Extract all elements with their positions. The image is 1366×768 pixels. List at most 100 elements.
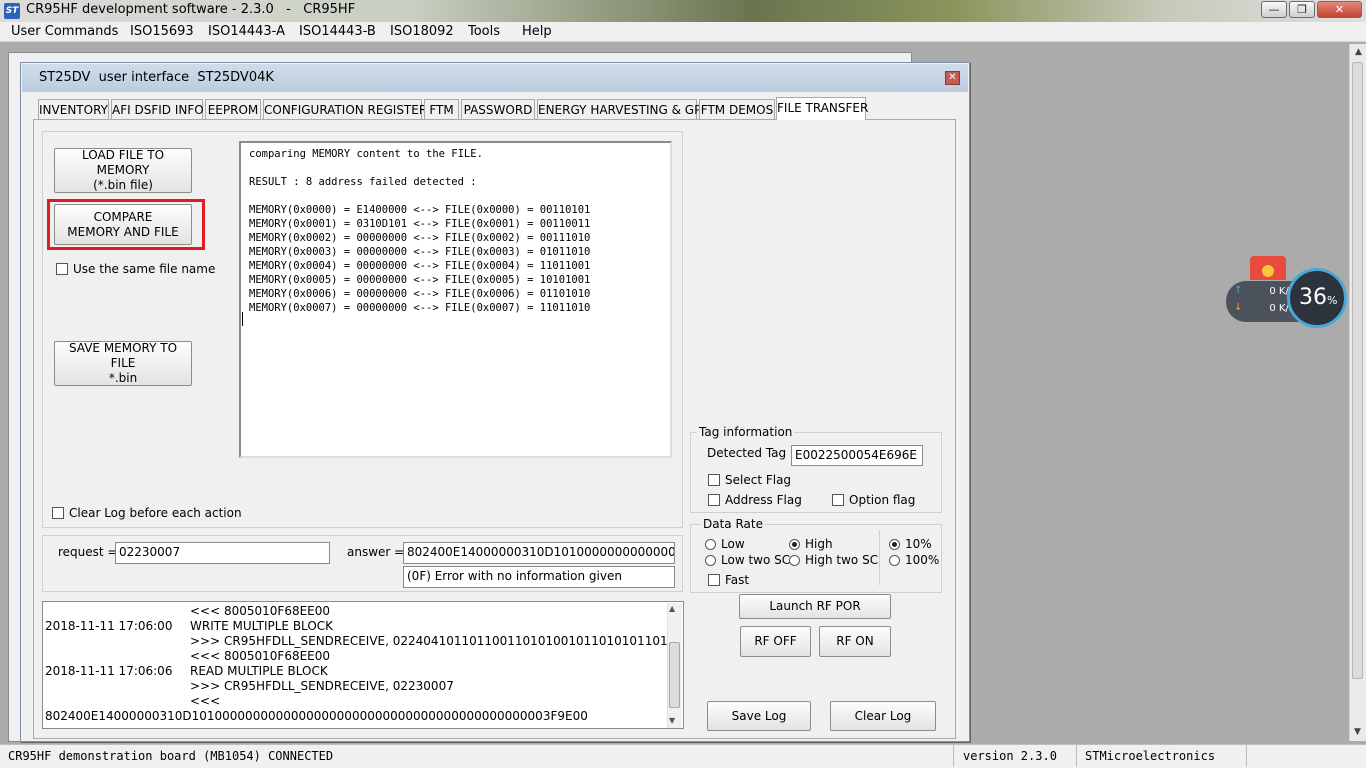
tag-info-group-label: Tag information xyxy=(697,425,795,439)
history-timestamp: 2018-11-11 17:06:06 xyxy=(45,664,173,678)
clear-log-button[interactable]: Clear Log xyxy=(830,701,936,731)
address-flag-checkbox[interactable] xyxy=(708,494,720,506)
memory-usage-percent: 36% xyxy=(1299,285,1338,310)
menu-iso15693[interactable]: ISO15693 xyxy=(130,24,194,39)
tab-configuration-registers[interactable]: CONFIGURATION REGISTERS xyxy=(263,99,435,120)
request-label: request = xyxy=(58,545,118,559)
child-close-button[interactable]: ✕ xyxy=(945,71,960,85)
history-line: <<< 8005010F68EE00 xyxy=(190,604,331,618)
history-timestamp: 2018-11-11 17:06:00 xyxy=(45,619,173,633)
history-scroll-thumb[interactable] xyxy=(669,642,680,708)
tab-afi-dsfid-info[interactable]: AFI DSFID INFO xyxy=(111,99,204,120)
highlight-annotation xyxy=(47,199,205,250)
same-file-checkbox[interactable] xyxy=(56,263,68,275)
detected-tag-field[interactable]: E0022500054E696E xyxy=(791,445,923,466)
compare-log-output[interactable]: comparing MEMORY content to the FILE. RE… xyxy=(239,141,672,458)
status-vendor: STMicroelectronics xyxy=(1077,745,1247,767)
request-input[interactable]: 02230007 xyxy=(115,542,330,564)
rate-low-label: Low xyxy=(721,537,745,551)
data-rate-divider xyxy=(879,530,880,585)
log-line: MEMORY(0x0005) = 00000000 <--> FILE(0x00… xyxy=(249,274,591,286)
load-file-button[interactable]: LOAD FILE TO MEMORY (*.bin file) xyxy=(54,148,192,193)
modulation-10-radio[interactable] xyxy=(889,539,900,550)
address-flag-label: Address Flag xyxy=(725,493,802,507)
log-line: MEMORY(0x0007) = 00000000 <--> FILE(0x00… xyxy=(249,302,591,314)
clear-log-label: Clear Log before each action xyxy=(69,506,242,520)
history-line: >>> CR95HFDLL_SENDRECEIVE, 0224041011011… xyxy=(190,634,684,648)
modulation-10-label: 10% xyxy=(905,537,932,551)
close-button[interactable]: ✕ xyxy=(1317,1,1362,18)
log-line: MEMORY(0x0004) = 00000000 <--> FILE(0x00… xyxy=(249,260,591,272)
status-connection: CR95HF demonstration board (MB1054) CONN… xyxy=(0,745,954,767)
main-scroll-thumb[interactable] xyxy=(1352,62,1363,679)
rate-high-two-sc-label: High two SC xyxy=(805,553,879,567)
tab-eeprom[interactable]: EEPROM xyxy=(205,99,261,120)
modulation-100-label: 100% xyxy=(905,553,940,567)
menu-iso14443a[interactable]: ISO14443-A xyxy=(208,24,285,39)
widget-coin-icon xyxy=(1262,265,1274,277)
scroll-up-icon[interactable]: ▲ xyxy=(1350,44,1366,61)
maximize-button[interactable]: ❐ xyxy=(1289,1,1315,18)
tab-inventory[interactable]: INVENTORY xyxy=(38,99,109,120)
history-line: <<< 8005010F68EE00 xyxy=(190,649,331,663)
log-line: MEMORY(0x0002) = 00000000 <--> FILE(0x00… xyxy=(249,232,591,244)
menu-iso14443b[interactable]: ISO14443-B xyxy=(299,24,376,39)
upload-arrow-icon: ↑ xyxy=(1234,285,1243,296)
option-flag-label: Option flag xyxy=(849,493,916,507)
history-line: 802400E14000000310D101000000000000000000… xyxy=(45,709,588,723)
answer-field[interactable]: 802400E14000000310D1010000000000000000 xyxy=(403,542,675,564)
tab-energy-harvesting[interactable]: ENERGY HARVESTING & GPO xyxy=(537,99,711,120)
minimize-button[interactable]: — xyxy=(1261,1,1287,18)
answer-error-field[interactable]: (0F) Error with no information given xyxy=(403,566,675,588)
log-line: MEMORY(0x0003) = 00000000 <--> FILE(0x00… xyxy=(249,246,591,258)
log-line: MEMORY(0x0000) = E1400000 <--> FILE(0x00… xyxy=(249,204,591,216)
download-arrow-icon: ↓ xyxy=(1234,302,1243,313)
tab-ftm-demos[interactable]: FTM DEMOS xyxy=(699,99,775,120)
select-flag-checkbox[interactable] xyxy=(708,474,720,486)
rf-off-button[interactable]: RF OFF xyxy=(740,626,811,657)
log-line: MEMORY(0x0001) = 0310D101 <--> FILE(0x00… xyxy=(249,218,591,230)
history-line: >>> CR95HFDLL_SENDRECEIVE, 02230007 xyxy=(190,679,454,693)
log-line: comparing MEMORY content to the FILE. xyxy=(249,148,483,160)
tab-password[interactable]: PASSWORD xyxy=(461,99,535,120)
tab-ftm[interactable]: FTM xyxy=(424,99,459,120)
rate-high-two-sc-radio[interactable] xyxy=(789,555,800,566)
scroll-down-icon[interactable]: ▼ xyxy=(1349,724,1366,741)
select-flag-label: Select Flag xyxy=(725,473,792,487)
history-scroll-up-icon[interactable]: ▲ xyxy=(669,604,675,613)
rate-low-two-sc-label: Low two SC xyxy=(721,553,791,567)
status-version: version 2.3.0 xyxy=(955,745,1077,767)
menu-tools[interactable]: Tools xyxy=(468,24,500,39)
save-memory-button[interactable]: SAVE MEMORY TO FILE *.bin xyxy=(54,341,192,386)
menu-user-commands[interactable]: User Commands xyxy=(11,24,118,39)
history-log[interactable]: <<< 8005010F68EE00 2018-11-11 17:06:00 W… xyxy=(42,601,684,729)
tab-file-transfer[interactable]: FILE TRANSFER xyxy=(776,97,868,120)
history-scroll-down-icon[interactable]: ▼ xyxy=(669,716,675,725)
history-line: WRITE MULTIPLE BLOCK xyxy=(190,619,334,633)
rate-low-two-sc-radio[interactable] xyxy=(705,555,716,566)
rf-on-button[interactable]: RF ON xyxy=(819,626,891,657)
rate-low-radio[interactable] xyxy=(705,539,716,550)
history-line: READ MULTIPLE BLOCK xyxy=(190,664,328,678)
log-line: RESULT : 8 address failed detected : xyxy=(249,176,477,188)
menu-help[interactable]: Help xyxy=(522,24,552,39)
same-file-label: Use the same file name xyxy=(73,262,216,276)
option-flag-checkbox[interactable] xyxy=(832,494,844,506)
rate-high-radio[interactable] xyxy=(789,539,800,550)
app-icon: ST xyxy=(4,3,20,19)
fast-checkbox[interactable] xyxy=(708,574,720,586)
detected-tag-label: Detected Tag : xyxy=(707,446,794,460)
data-rate-group-label: Data Rate xyxy=(701,517,765,531)
clear-log-checkbox[interactable] xyxy=(52,507,64,519)
rate-high-label: High xyxy=(805,537,833,551)
answer-label: answer = xyxy=(347,545,405,559)
save-log-button[interactable]: Save Log xyxy=(707,701,811,731)
log-line: MEMORY(0x0006) = 00000000 <--> FILE(0x00… xyxy=(249,288,591,300)
menu-iso18092[interactable]: ISO18092 xyxy=(390,24,454,39)
launch-rf-por-button[interactable]: Launch RF POR xyxy=(739,594,891,619)
window-title: CR95HF development software - 2.3.0 - CR… xyxy=(26,2,356,17)
modulation-100-radio[interactable] xyxy=(889,555,900,566)
menu-bar: User Commands ISO15693 ISO14443-A ISO144… xyxy=(0,22,1366,42)
